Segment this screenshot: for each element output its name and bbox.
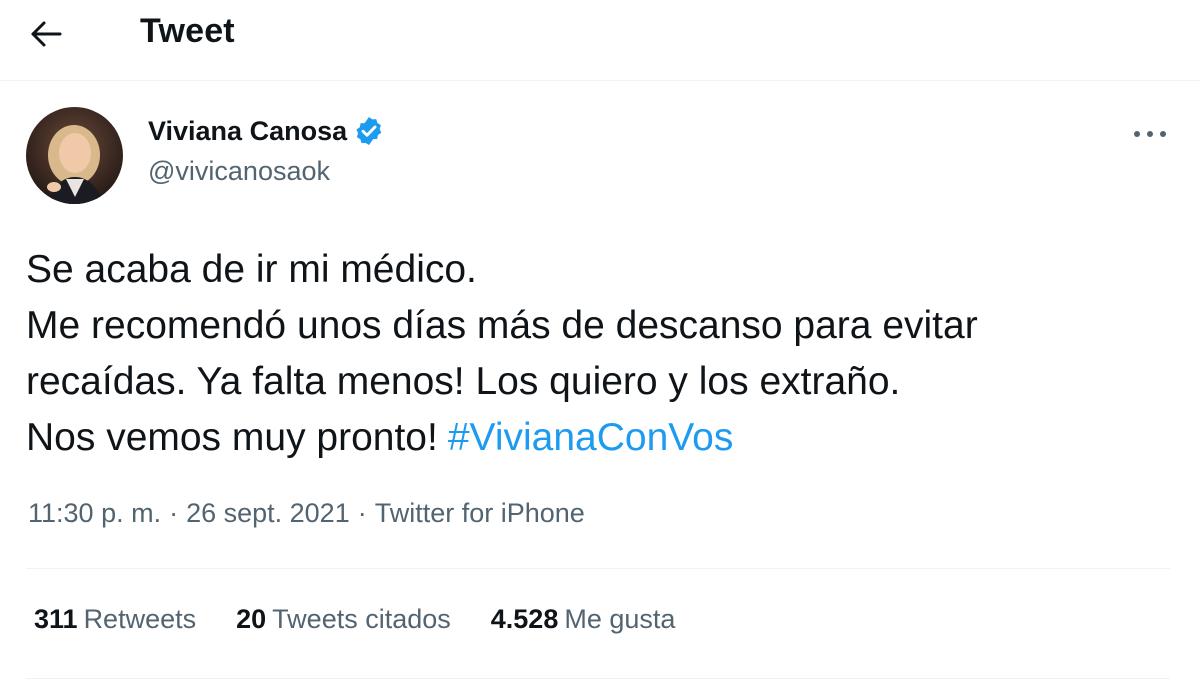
divider — [26, 678, 1170, 679]
page-title: Tweet — [140, 12, 235, 50]
tweet-source[interactable]: Twitter for iPhone — [375, 498, 585, 529]
retweets-count: 311 — [34, 604, 78, 634]
back-button[interactable] — [24, 14, 68, 54]
tweet-stats: 311 Retweets 20 Tweets citados 4.528 Me gus… — [34, 604, 715, 635]
author-handle[interactable]: @vivicanosaok — [148, 156, 330, 187]
tweet-text-line: Me recomendó unos días más de descanso p… — [26, 304, 978, 347]
author-name: Viviana Canosa — [148, 115, 348, 146]
top-header: Tweet — [0, 0, 1200, 81]
tweet-metadata: 11:30 p. m. · 26 sept. 2021 · Twitter fo… — [28, 498, 585, 529]
tweet-text-line-last: Nos vemos muy pronto! #VivianaConVos — [26, 410, 1176, 466]
author-name-link[interactable]: Viviana Canosa — [148, 115, 385, 147]
likes-count: 4.528 — [490, 604, 559, 634]
tweet-time[interactable]: 11:30 p. m. — [28, 498, 161, 529]
quotes-label: Tweets citados — [272, 604, 451, 634]
verified-badge-icon — [353, 115, 385, 147]
likes-stat[interactable]: 4.528 Me gusta — [491, 604, 676, 635]
divider — [26, 568, 1170, 569]
author-avatar[interactable] — [26, 107, 123, 204]
hashtag-link[interactable]: #VivianaConVos — [448, 416, 734, 459]
retweets-stat[interactable]: 311 Retweets — [34, 604, 196, 635]
arrow-left-icon — [31, 21, 62, 47]
quote-tweets-stat[interactable]: 20 Tweets citados — [236, 604, 451, 635]
likes-label: Me gusta — [564, 604, 676, 634]
meta-separator: · — [169, 498, 179, 528]
tweet-text-line: Nos vemos muy pronto! — [26, 416, 438, 459]
more-horizontal-icon — [1134, 131, 1166, 137]
meta-separator: · — [357, 498, 367, 528]
retweets-label: Retweets — [83, 604, 197, 634]
tweet-date[interactable]: 26 sept. 2021 — [186, 498, 350, 529]
more-options-button[interactable] — [1130, 118, 1170, 150]
tweet-text-line: recaídas. Ya falta menos! Los quiero y l… — [26, 360, 901, 403]
tweet-text-line: Se acaba de ir mi médico. — [26, 248, 477, 291]
quotes-count: 20 — [236, 604, 267, 634]
avatar-image — [26, 107, 123, 204]
tweet-text: Se acaba de ir mi médico. Me recomendó u… — [26, 242, 1176, 466]
